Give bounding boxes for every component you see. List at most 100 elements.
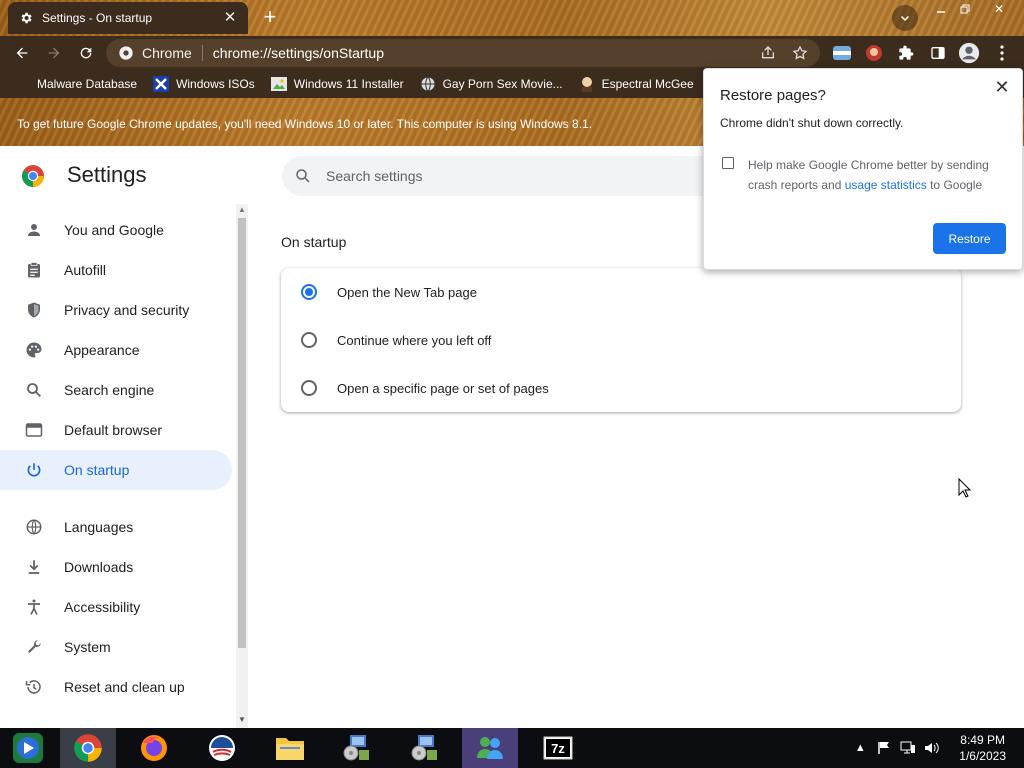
clipboard-icon xyxy=(24,260,44,280)
new-tab-button[interactable]: + xyxy=(258,6,282,30)
bookmark-malware-database[interactable]: Malware Database xyxy=(14,76,137,92)
tab-close-icon[interactable]: ✕ xyxy=(222,10,238,26)
sidebar-item-default-browser[interactable]: Default browser xyxy=(0,410,232,450)
tab-settings[interactable]: Settings - On startup ✕ xyxy=(8,2,248,34)
restore-window-button[interactable] xyxy=(950,0,980,18)
profile-avatar-icon[interactable] xyxy=(957,41,981,65)
bookmark-windows-11-installer[interactable]: Windows 11 Installer xyxy=(270,76,404,92)
sidebar-item-you-and-google[interactable]: You and Google xyxy=(0,210,232,250)
power-icon xyxy=(24,460,44,480)
palette-icon xyxy=(24,340,44,360)
startup-option-continue[interactable]: Continue where you left off xyxy=(281,316,961,364)
taskbar-chrome[interactable] xyxy=(60,728,116,768)
network-icon[interactable] xyxy=(899,739,917,757)
radio-button[interactable] xyxy=(301,380,317,396)
sidebar-item-downloads[interactable]: Downloads xyxy=(0,547,232,587)
share-icon[interactable] xyxy=(760,45,776,64)
sidebar-item-label: Reset and clean up xyxy=(64,679,185,695)
sidebar-item-label: Languages xyxy=(64,519,134,535)
chrome-icon xyxy=(119,46,133,60)
sidebar-item-system[interactable]: System xyxy=(0,627,232,667)
scroll-up-arrow-icon[interactable]: ▲ xyxy=(236,204,248,216)
volume-icon[interactable] xyxy=(923,739,941,757)
svg-text:7z: 7z xyxy=(551,741,565,756)
taskbar-file-explorer[interactable] xyxy=(262,728,318,768)
sidebar-item-languages[interactable]: Languages xyxy=(0,507,232,547)
shield-icon xyxy=(24,300,44,320)
side-panel-icon[interactable] xyxy=(926,41,950,65)
sidebar-item-autofill[interactable]: Autofill xyxy=(0,250,232,290)
search-input[interactable] xyxy=(326,168,706,184)
dialog-title: Restore pages? xyxy=(720,87,826,104)
address-bar[interactable]: Chrome chrome://settings/onStartup xyxy=(106,39,820,67)
sidebar-scrollbar[interactable]: ▲ ▼ xyxy=(236,204,248,728)
back-button[interactable] xyxy=(10,41,34,65)
extension-flag-icon[interactable] xyxy=(830,41,854,65)
taskbar-firefox[interactable] xyxy=(126,728,182,768)
sidebar-item-privacy[interactable]: Privacy and security xyxy=(0,290,232,330)
section-title: On startup xyxy=(281,234,347,250)
bookmark-star-icon[interactable] xyxy=(792,45,808,64)
bookmark-label: Windows 11 Installer xyxy=(293,77,404,91)
radio-button[interactable] xyxy=(301,284,317,300)
sidebar-item-appearance[interactable]: Appearance xyxy=(0,330,232,370)
sidebar-item-label: You and Google xyxy=(64,222,164,238)
sidebar-item-accessibility[interactable]: Accessibility xyxy=(0,587,232,627)
back-arrow-icon xyxy=(16,47,28,59)
forward-button[interactable] xyxy=(42,41,66,65)
forward-arrow-icon xyxy=(48,47,60,59)
taskbar-installer-2[interactable] xyxy=(396,728,452,768)
taskbar-media-center[interactable] xyxy=(0,728,56,768)
close-icon[interactable]: ✕ xyxy=(992,77,1012,97)
startup-option-new-tab[interactable]: Open the New Tab page xyxy=(281,268,961,316)
bookmark-espectral-mcgee[interactable]: Espectral McGee xyxy=(579,76,694,92)
radio-button[interactable] xyxy=(301,332,317,348)
crash-report-checkbox[interactable] xyxy=(722,157,734,169)
tab-strip: Settings - On startup ✕ + ✕ xyxy=(0,0,1024,36)
scrollbar-thumb[interactable] xyxy=(238,218,246,648)
sidebar-item-label: Default browser xyxy=(64,422,163,438)
sidebar-item-label: System xyxy=(64,639,111,655)
tab-title: Settings - On startup xyxy=(42,11,153,25)
bookmark-label: Malware Database xyxy=(37,77,138,91)
taskbar-messenger[interactable] xyxy=(462,728,518,768)
taskbar-installer-1[interactable] xyxy=(328,728,384,768)
taskbar-obama-logo[interactable] xyxy=(194,728,250,768)
extension-avatar-icon[interactable] xyxy=(862,41,886,65)
menu-kebab-icon[interactable] xyxy=(990,41,1014,65)
extensions-puzzle-icon[interactable] xyxy=(894,41,918,65)
download-icon xyxy=(24,557,44,577)
url-text: chrome://settings/onStartup xyxy=(212,45,384,61)
omnibox-separator xyxy=(201,45,203,61)
sidebar-item-search-engine[interactable]: Search engine xyxy=(0,370,232,410)
show-hidden-icons-icon[interactable]: ▲ xyxy=(851,739,869,757)
sidebar-item-label: Accessibility xyxy=(64,599,141,615)
tab-search-button[interactable] xyxy=(892,5,918,31)
system-tray: ▲ 8:49 PM 1/6/2023 xyxy=(845,728,1024,768)
taskbar-7zip[interactable]: 7z xyxy=(530,728,586,768)
reload-button[interactable] xyxy=(74,41,98,65)
scroll-down-arrow-icon[interactable]: ▼ xyxy=(236,714,248,726)
usage-statistics-link[interactable]: usage statistics xyxy=(845,178,927,192)
sidebar-divider xyxy=(0,490,236,507)
bookmark-label: Gay Porn Sex Movie... xyxy=(442,77,563,91)
gear-icon xyxy=(18,10,34,26)
restore-button[interactable]: Restore xyxy=(933,223,1006,254)
chrome-logo-icon xyxy=(22,165,44,187)
sidebar-item-reset[interactable]: Reset and clean up xyxy=(0,667,232,707)
settings-search[interactable] xyxy=(282,156,722,196)
close-window-button[interactable]: ✕ xyxy=(984,0,1014,18)
sidebar-item-on-startup[interactable]: On startup xyxy=(0,450,232,490)
windows-taskbar: 7z ▲ 8:49 PM 1/6/2023 xyxy=(0,728,1024,768)
accessibility-icon xyxy=(24,597,44,617)
bookmark-label: Espectral McGee xyxy=(601,77,694,91)
omnibox-chip: Chrome xyxy=(142,45,192,61)
sidebar-item-label: Autofill xyxy=(64,262,107,278)
bookmark-movie[interactable]: Gay Porn Sex Movie... xyxy=(420,76,563,92)
startup-option-specific-pages[interactable]: Open a specific page or set of pages xyxy=(281,364,961,412)
action-center-flag-icon[interactable] xyxy=(875,739,893,757)
infobar-text: To get future Google Chrome updates, you… xyxy=(17,117,593,131)
bookmark-label: Windows ISOs xyxy=(176,77,255,91)
bookmark-windows-isos[interactable]: Windows ISOs xyxy=(153,76,255,92)
taskbar-clock[interactable]: 8:49 PM 1/6/2023 xyxy=(959,732,1006,764)
